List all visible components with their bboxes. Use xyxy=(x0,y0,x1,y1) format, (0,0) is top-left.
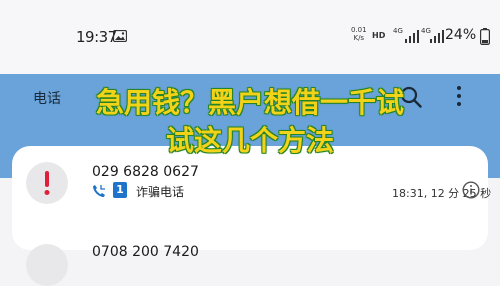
net-speed-value: 0.01 xyxy=(351,26,367,34)
overlay-line-2: 试这几个方法 xyxy=(165,124,334,157)
more-options-icon[interactable] xyxy=(455,85,463,107)
net-type-1: 4G xyxy=(393,27,403,35)
call-number[interactable]: 029 6828 0627 xyxy=(92,164,199,180)
page-title: 电话 xyxy=(33,91,61,107)
alert-icon xyxy=(44,171,50,195)
status-time: 19:37 xyxy=(76,28,117,46)
signal-icon-2 xyxy=(430,30,444,43)
contact-avatar[interactable] xyxy=(26,162,68,204)
status-bar: 19:37 0.01 K/s HD 4G 4G 24% xyxy=(0,0,500,74)
call-number-2[interactable]: 0708 200 7420 xyxy=(92,244,199,260)
signal-icon xyxy=(405,30,419,43)
net-speed: 0.01 K/s xyxy=(351,26,367,42)
hd-indicator: HD xyxy=(372,31,386,40)
battery-percent: 24% xyxy=(445,27,477,43)
sim-badge: 1 xyxy=(113,182,127,198)
info-icon[interactable] xyxy=(462,181,480,199)
gallery-icon xyxy=(113,30,127,42)
incoming-call-icon xyxy=(93,185,105,197)
overlay-headline: 急用钱？黑户想借一千试 试这几个方法 xyxy=(60,84,440,160)
overlay-line-1: 急用钱？黑户想借一千试 xyxy=(95,86,404,119)
battery-icon xyxy=(480,28,490,45)
contact-avatar-2[interactable] xyxy=(26,244,68,286)
net-speed-unit: K/s xyxy=(353,34,365,42)
call-label: 诈骗电话 xyxy=(136,185,185,199)
